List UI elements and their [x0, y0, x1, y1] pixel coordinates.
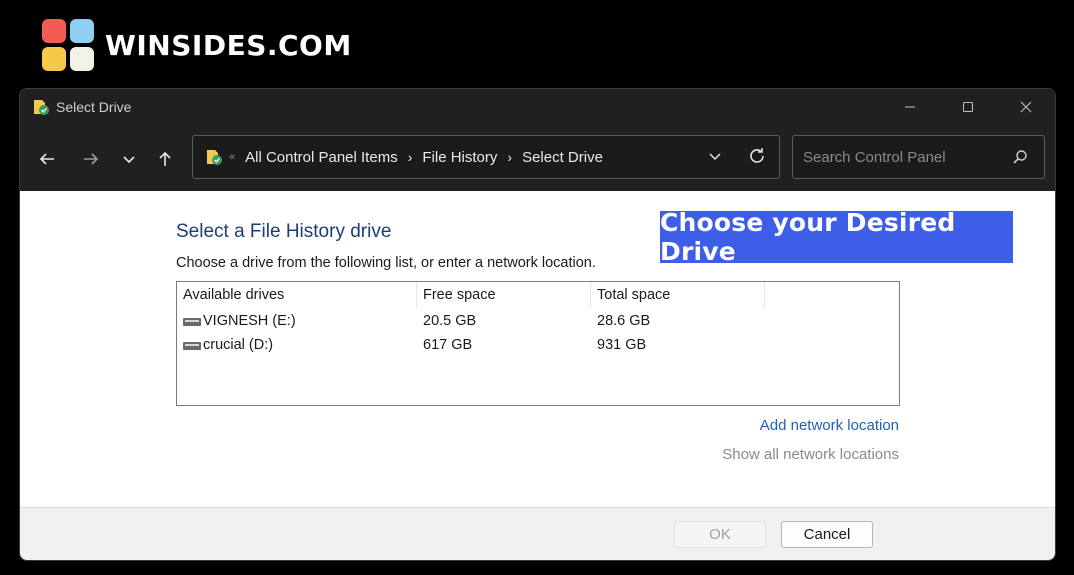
arrow-up-icon [159, 151, 171, 166]
drive-row[interactable]: crucial (D:) 617 GB 931 GB [177, 333, 899, 357]
address-bar[interactable]: « All Control Panel Items › File History… [192, 135, 780, 179]
search-box[interactable] [792, 135, 1045, 179]
file-history-icon [32, 98, 50, 116]
arrow-left-icon [39, 153, 54, 165]
breadcrumb-all-control-panel-items[interactable]: All Control Panel Items [245, 149, 398, 166]
breadcrumb-select-drive[interactable]: Select Drive [522, 149, 603, 166]
drive-icon [183, 318, 201, 326]
drive-row[interactable]: VIGNESH (E:) 20.5 GB 28.6 GB [177, 309, 899, 333]
up-button[interactable] [151, 145, 179, 173]
drives-list-header: Available drives Free space Total space [177, 282, 899, 308]
window-title: Select Drive [56, 99, 132, 115]
drive-icon [183, 342, 201, 350]
window-controls [881, 89, 1055, 125]
dialog-footer: OK Cancel [20, 507, 1055, 560]
close-icon [1020, 101, 1032, 113]
search-icon[interactable] [1012, 149, 1028, 170]
forward-button[interactable] [77, 145, 105, 173]
column-header-available-drives[interactable]: Available drives [177, 282, 417, 308]
maximize-button[interactable] [939, 89, 997, 125]
breadcrumb-separator-icon[interactable]: › [408, 149, 413, 165]
main-content: Select a File History drive Choose a dri… [20, 191, 1055, 507]
address-dropdown-button[interactable] [707, 148, 723, 169]
ok-button[interactable]: OK [674, 521, 766, 548]
breadcrumb-file-history[interactable]: File History [422, 149, 497, 166]
navigation-bar: « All Control Panel Items › File History… [20, 125, 1055, 191]
chevron-down-icon [709, 153, 721, 161]
file-history-icon [205, 148, 223, 166]
winsides-logo-mark [42, 18, 95, 72]
drive-name: VIGNESH (E:) [203, 313, 296, 329]
column-header-total-space[interactable]: Total space [591, 282, 765, 308]
search-input[interactable] [793, 136, 1003, 178]
annotation-banner: Choose your Desired Drive [660, 208, 1013, 266]
winsides-logo: WINSIDES.COM [42, 18, 352, 72]
maximize-icon [963, 102, 973, 112]
back-button[interactable] [33, 145, 61, 173]
add-network-location-link[interactable]: Add network location [760, 417, 899, 434]
drive-free-space: 617 GB [423, 337, 473, 353]
page-title: Select a File History drive [176, 221, 392, 242]
arrow-right-icon [84, 153, 99, 165]
breadcrumb-separator-icon[interactable]: › [507, 149, 512, 165]
drive-name: crucial (D:) [203, 337, 274, 353]
title-bar: Select Drive [20, 89, 1055, 125]
refresh-button[interactable] [747, 146, 767, 171]
overflow-chevron-icon[interactable]: « [229, 151, 235, 163]
recent-locations-button[interactable] [115, 145, 143, 173]
drive-free-space: 20.5 GB [423, 313, 477, 329]
refresh-icon [750, 148, 764, 163]
cancel-button[interactable]: Cancel [781, 521, 873, 548]
drives-list[interactable]: Available drives Free space Total space … [176, 281, 900, 406]
instruction-text: Choose a drive from the following list, … [176, 255, 596, 271]
minimize-button[interactable] [881, 89, 939, 125]
minimize-icon [905, 106, 915, 108]
brand-name: WINSIDES.COM [105, 28, 352, 62]
show-all-network-locations-link[interactable]: Show all network locations [722, 446, 899, 463]
drive-total-space: 28.6 GB [597, 313, 651, 329]
drive-total-space: 931 GB [597, 337, 647, 353]
column-header-free-space[interactable]: Free space [417, 282, 591, 308]
close-button[interactable] [997, 89, 1055, 125]
select-drive-window: Select Drive « All Control Panel Items ›… [19, 88, 1056, 561]
chevron-down-icon [123, 156, 135, 164]
